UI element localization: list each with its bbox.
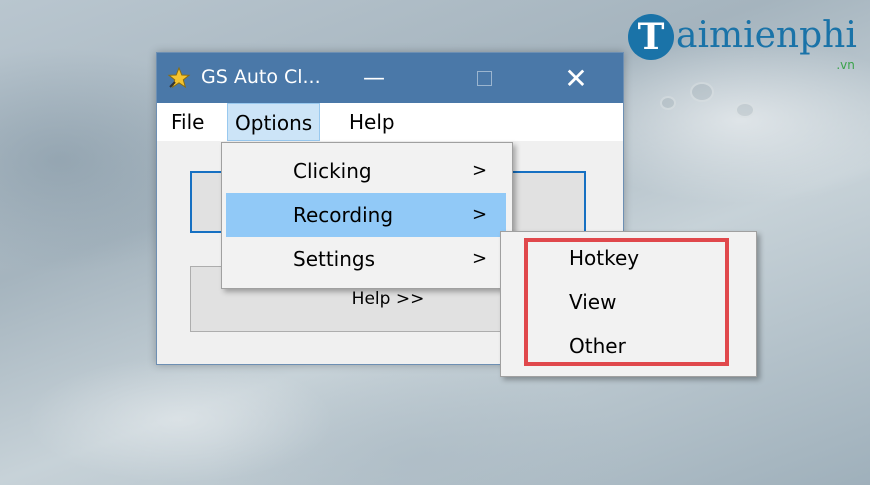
chevron-right-icon: > (472, 160, 488, 181)
menu-item-label: Clicking (293, 159, 372, 183)
background-crater (660, 96, 676, 110)
logo-suffix: .vn (836, 58, 855, 72)
background-crater (690, 82, 714, 102)
maximize-icon (476, 70, 492, 86)
title-bar[interactable]: GS Auto Cl... — ✕ (157, 53, 623, 103)
background-crater (735, 102, 755, 118)
window-title: GS Auto Cl... (201, 66, 321, 88)
star-app-icon (167, 66, 191, 89)
chevron-right-icon: > (472, 248, 488, 269)
menu-options[interactable]: Options (227, 103, 321, 141)
maximize-button[interactable] (457, 53, 511, 103)
watermark-logo: T aimienphi .vn (628, 14, 857, 72)
menu-item-clicking[interactable]: Clicking > (226, 149, 506, 193)
logo-text: aimienphi (676, 15, 857, 56)
menu-help[interactable]: Help (343, 103, 401, 141)
logo-mark-icon: T (628, 14, 674, 60)
menu-bar: File Options Help (157, 103, 623, 141)
options-menu: Clicking > Recording > Settings > (221, 142, 513, 289)
menu-item-label: Settings (293, 247, 376, 271)
chevron-right-icon: > (472, 204, 488, 225)
minimize-button[interactable]: — (347, 53, 401, 103)
menu-file[interactable]: File (165, 103, 210, 141)
menu-item-settings[interactable]: Settings > (226, 237, 506, 281)
menu-item-label: Recording (293, 203, 394, 227)
menu-item-recording[interactable]: Recording > (226, 193, 506, 237)
annotation-highlight-box (524, 238, 729, 366)
close-button[interactable]: ✕ (549, 53, 603, 103)
